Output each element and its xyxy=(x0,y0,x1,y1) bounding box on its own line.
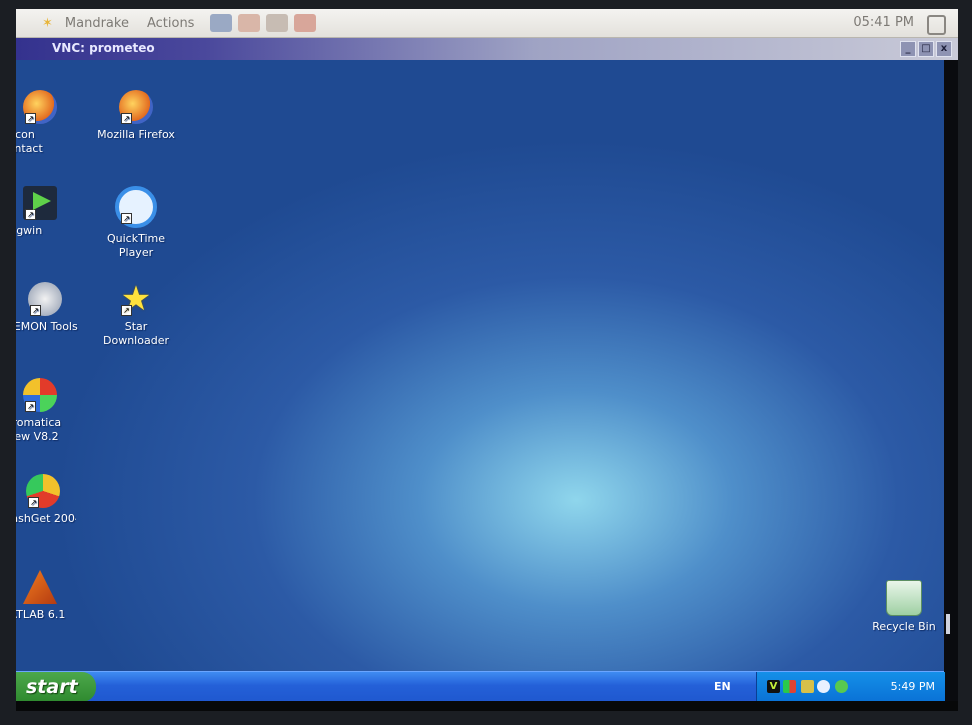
linux-panel-clock[interactable]: 05:41 PM xyxy=(853,15,914,30)
icon-label: Recycle Bin xyxy=(872,620,936,633)
remote-desktop: ↗ Falcon Contact ↗ Mozilla Firefox ↗ Cyg… xyxy=(16,60,944,671)
desktop-icon-star-downloader[interactable]: ★ ↗ Star Downloader xyxy=(88,282,184,348)
gromatica-icon: ↗ xyxy=(23,378,57,412)
maximize-button[interactable]: □ xyxy=(918,41,934,57)
desktop-icon-falcon-contact[interactable]: ↗ Falcon Contact xyxy=(16,90,70,156)
shortcut-arrow-icon: ↗ xyxy=(121,213,132,224)
star-icon: ★ ↗ xyxy=(120,279,152,319)
system-tray: V 5:49 PM xyxy=(756,672,945,702)
clock-icon[interactable] xyxy=(817,680,830,693)
icon-label: Mozilla Firefox xyxy=(97,128,175,141)
screen-bottom-edge xyxy=(16,701,958,711)
icon-label: QuickTime Player xyxy=(106,232,166,259)
daemon-tools-icon: ↗ xyxy=(28,282,62,316)
minimize-button[interactable]: _ xyxy=(900,41,916,57)
apps-icon[interactable] xyxy=(238,14,261,32)
vnc-window-titlebar[interactable]: VNC: prometeo _ □ x xyxy=(16,38,958,60)
close-button[interactable]: x xyxy=(936,41,952,57)
mandrake-menu-label[interactable]: Mandrake xyxy=(59,16,135,31)
shortcut-arrow-icon: ↗ xyxy=(28,497,39,508)
firefox-icon: ↗ xyxy=(119,90,153,124)
icon-label: Falcon Contact xyxy=(16,128,43,155)
network-icon[interactable] xyxy=(801,680,814,693)
start-button[interactable]: start xyxy=(16,672,96,702)
recycle-icon[interactable] xyxy=(835,680,848,693)
vnc-icon[interactable]: V xyxy=(767,680,780,693)
shortcut-arrow-icon: ↗ xyxy=(121,305,132,316)
volume-meter-icon[interactable] xyxy=(783,680,796,693)
desktop-icon-quicktime-player[interactable]: ↗ QuickTime Player xyxy=(88,186,184,260)
window-controls: _ □ x xyxy=(900,41,952,57)
linux-top-panel: ✶ Mandrake Actions 05:41 PM xyxy=(16,9,958,38)
desktop-icon-recycle-bin[interactable]: Recycle Bin xyxy=(856,580,952,634)
flashget-icon: ↗ xyxy=(26,474,60,508)
tray-clock[interactable]: 5:49 PM xyxy=(891,680,935,693)
icon-label: Gromatica View V8.2 xyxy=(16,416,62,443)
desktop-icon-cygwin[interactable]: ↗ Cygwin xyxy=(16,186,70,238)
icon-label: FlashGet 2004 xyxy=(16,512,76,525)
matlab-icon xyxy=(23,570,57,604)
shortcut-arrow-icon: ↗ xyxy=(121,113,132,124)
icon-label: Star Downloader xyxy=(103,320,169,347)
taskbar: start EN V 5:49 PM xyxy=(16,671,945,702)
cygwin-icon: ↗ xyxy=(23,186,57,220)
scrollbar-handle[interactable] xyxy=(946,614,950,634)
vnc-window-title: VNC: prometeo xyxy=(52,41,155,55)
desktop-icon-flashget[interactable]: ↗ FlashGet 2004 xyxy=(16,474,76,526)
screen: ✶ Mandrake Actions 05:41 PM VNC: promete… xyxy=(16,9,958,711)
actions-menu-label[interactable]: Actions xyxy=(141,16,201,31)
language-indicator[interactable]: EN xyxy=(714,680,731,693)
shortcut-arrow-icon: ↗ xyxy=(25,209,36,220)
shortcut-arrow-icon: ↗ xyxy=(25,113,36,124)
desktop-icon-gromatica[interactable]: ↗ Gromatica View V8.2 xyxy=(16,378,70,444)
pencil-icon[interactable] xyxy=(294,14,317,32)
quicktime-icon: ↗ xyxy=(115,186,157,228)
panel-launchers xyxy=(210,14,317,32)
shortcut-arrow-icon: ↗ xyxy=(25,401,36,412)
desktop-icon-daemon-tools[interactable]: ↗ DAEMON Tools xyxy=(16,282,80,334)
recycle-bin-icon xyxy=(886,580,922,616)
mandrake-star-icon: ✶ xyxy=(42,15,53,31)
desktop-icon-mozilla-firefox[interactable]: ↗ Mozilla Firefox xyxy=(88,90,184,142)
icon-label: MATLAB 6.1 xyxy=(16,608,66,621)
falcon-contact-icon: ↗ xyxy=(23,90,57,124)
files-icon[interactable] xyxy=(266,14,289,32)
icon-label: Cygwin xyxy=(16,224,43,237)
terminal-icon[interactable] xyxy=(210,14,233,32)
shortcut-arrow-icon: ↗ xyxy=(30,305,41,316)
icon-label: DAEMON Tools xyxy=(16,320,78,333)
mandrake-menu[interactable]: ✶ Mandrake Actions xyxy=(42,14,317,32)
show-desktop-icon[interactable] xyxy=(927,15,946,35)
desktop-icon-matlab[interactable]: MATLAB 6.1 xyxy=(16,570,70,622)
